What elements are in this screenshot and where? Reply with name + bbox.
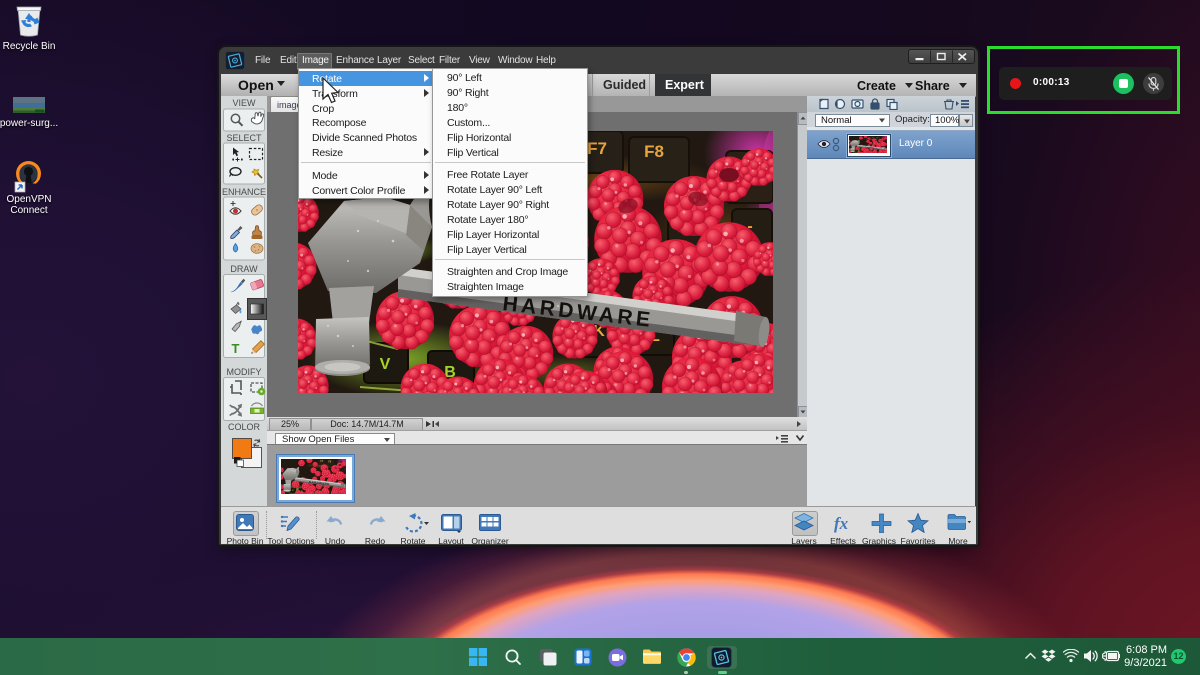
svg-text:VIEW: VIEW bbox=[232, 98, 256, 108]
svg-text:DRAW: DRAW bbox=[230, 264, 258, 274]
svg-text:T: T bbox=[232, 341, 240, 356]
svg-text:ENHANCE: ENHANCE bbox=[222, 187, 266, 197]
svg-text:COLOR: COLOR bbox=[228, 422, 261, 432]
svg-text:SELECT: SELECT bbox=[226, 133, 262, 143]
svg-text:MODIFY: MODIFY bbox=[227, 367, 262, 377]
svg-text:fx: fx bbox=[834, 514, 849, 533]
